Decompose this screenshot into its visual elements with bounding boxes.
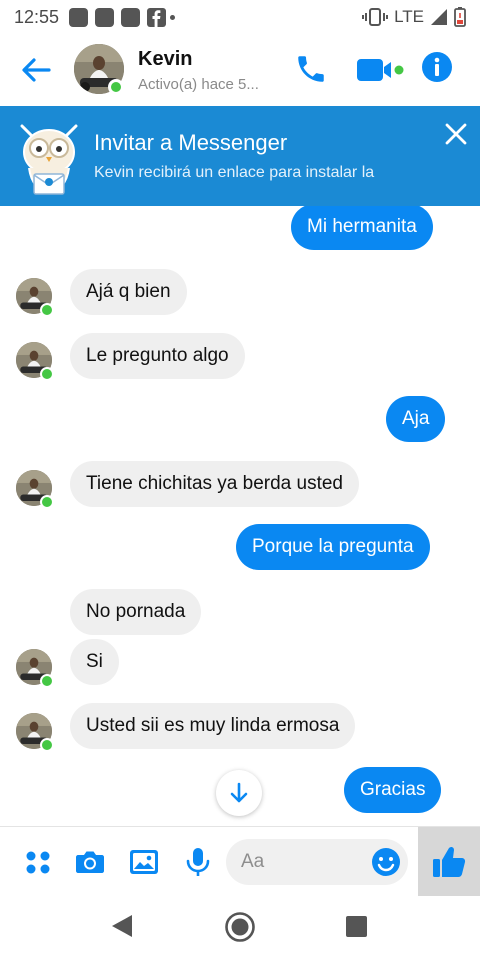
- message-bubble-incoming[interactable]: Le pregunto algo: [70, 333, 245, 379]
- notification-square-icon: [69, 7, 89, 27]
- gallery-icon[interactable]: [128, 846, 160, 878]
- banner-title: Invitar a Messenger: [94, 130, 288, 155]
- message-list[interactable]: Mi hermanita Ajá q bien Le pregunto algo…: [0, 206, 480, 826]
- notification-square-icon: [121, 7, 141, 27]
- scroll-to-bottom-button[interactable]: [216, 770, 262, 816]
- video-call-icon[interactable]: [356, 56, 406, 84]
- banner-subtitle: Kevin recibirá un enlace para instalar l…: [94, 164, 375, 181]
- battery-low-icon: [454, 7, 466, 27]
- message-input[interactable]: Aa: [226, 839, 408, 885]
- facebook-icon: [147, 7, 167, 27]
- online-indicator: [40, 367, 54, 381]
- message-bubble-outgoing[interactable]: Mi hermanita: [291, 206, 433, 250]
- message-bubble-incoming[interactable]: Si: [70, 639, 119, 685]
- nav-back-icon[interactable]: [110, 913, 134, 939]
- contact-status: Activo(a) hace 5...: [138, 76, 259, 93]
- network-label: LTE: [394, 7, 424, 26]
- message-bubble-outgoing[interactable]: Gracias: [344, 767, 442, 813]
- message-input-placeholder: Aa: [241, 851, 265, 872]
- online-indicator: [40, 303, 54, 317]
- close-icon[interactable]: [440, 118, 472, 150]
- nav-recent-apps-icon[interactable]: [346, 916, 367, 937]
- notification-square-icon: [95, 7, 115, 27]
- owl-mascot-icon: [20, 124, 78, 195]
- back-arrow-icon[interactable]: [18, 54, 54, 86]
- phone-call-icon[interactable]: [294, 52, 328, 86]
- more-actions-icon[interactable]: [22, 846, 54, 878]
- signal-icon: [431, 9, 447, 25]
- thumbs-up-icon: [433, 846, 466, 877]
- conversation-header: Kevin Activo(a) hace 5...: [0, 34, 480, 106]
- arrow-down-icon: [230, 782, 248, 803]
- invite-banner[interactable]: Invitar a Messenger Kevin recibirá un en…: [0, 106, 480, 206]
- vibrate-icon: [362, 8, 389, 26]
- info-icon[interactable]: [421, 51, 453, 83]
- contact-name: Kevin: [138, 48, 193, 70]
- online-indicator: [40, 738, 54, 752]
- message-bubble-incoming[interactable]: Ajá q bien: [70, 269, 187, 315]
- system-navigation-bar: [0, 896, 480, 960]
- message-bubble-outgoing[interactable]: Porque la pregunta: [236, 524, 430, 570]
- online-indicator: [108, 79, 124, 95]
- status-time: 12:55: [14, 6, 60, 27]
- status-bar: 12:55 LTE: [0, 0, 480, 34]
- nav-home-icon[interactable]: [224, 911, 256, 943]
- emoji-icon[interactable]: [370, 846, 402, 878]
- microphone-icon[interactable]: [182, 846, 214, 878]
- like-button[interactable]: [418, 827, 480, 897]
- message-bubble-incoming[interactable]: Usted sii es muy linda ermosa: [70, 703, 356, 749]
- message-bubble-incoming[interactable]: Tiene chichitas ya berda usted: [70, 461, 360, 507]
- online-indicator: [40, 674, 54, 688]
- composer-bar: Aa: [0, 826, 480, 897]
- message-bubble-outgoing[interactable]: Aja: [386, 396, 446, 442]
- dot-icon: [170, 14, 176, 20]
- online-indicator: [40, 495, 54, 509]
- message-bubble-incoming[interactable]: No pornada: [70, 589, 202, 635]
- camera-icon[interactable]: [74, 846, 106, 878]
